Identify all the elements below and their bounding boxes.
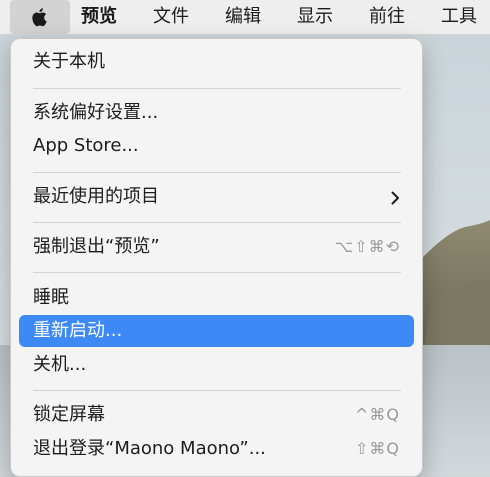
- menubar-view[interactable]: 显示: [297, 0, 333, 34]
- menubar-go[interactable]: 前往: [369, 0, 405, 34]
- menu-separator: [33, 222, 401, 223]
- chevron-right-icon: [391, 191, 399, 205]
- shortcut-lock-screen: ^⌘Q: [355, 405, 400, 424]
- menu-item-label: App Store...: [33, 135, 139, 156]
- menu-item-about[interactable]: 关于本机: [19, 46, 414, 78]
- shortcut-force-quit: ⌥⇧⌘⟲: [334, 237, 400, 256]
- menu-item-log-out[interactable]: 退出登录“Maono Maono”... ⇧⌘Q: [19, 433, 414, 465]
- menu-item-shutdown[interactable]: 关机...: [19, 349, 414, 381]
- menu-item-label: 关机...: [33, 354, 87, 375]
- apple-menu-dropdown: 关于本机 系统偏好设置... App Store... 最近使用的项目 强制退出…: [10, 38, 423, 477]
- menu-item-label: 睡眠: [33, 287, 69, 308]
- shortcut-log-out: ⇧⌘Q: [355, 439, 400, 458]
- menu-item-label: 重新启动...: [33, 320, 123, 341]
- menu-bar: 预览 文件 编辑 显示 前往 工具: [0, 0, 490, 35]
- menu-item-label: 锁定屏幕: [33, 404, 105, 425]
- menu-separator: [33, 88, 401, 89]
- menubar-preview[interactable]: 预览: [81, 0, 117, 34]
- menu-item-sleep[interactable]: 睡眠: [19, 282, 414, 314]
- menu-separator: [33, 272, 401, 273]
- menu-item-force-quit[interactable]: 强制退出“预览” ⌥⇧⌘⟲: [19, 231, 414, 263]
- menubar-edit[interactable]: 编辑: [225, 0, 261, 34]
- menu-item-system-preferences[interactable]: 系统偏好设置...: [19, 97, 414, 129]
- menu-item-restart[interactable]: 重新启动...: [19, 315, 414, 347]
- menu-item-label: 强制退出“预览”: [33, 236, 160, 257]
- menu-item-app-store[interactable]: App Store...: [19, 130, 414, 162]
- menu-item-recent-items[interactable]: 最近使用的项目: [19, 181, 414, 213]
- menu-item-label: 退出登录“Maono Maono”...: [33, 438, 266, 459]
- menu-separator: [33, 172, 401, 173]
- apple-logo-icon: [32, 8, 47, 27]
- menu-item-lock-screen[interactable]: 锁定屏幕 ^⌘Q: [19, 399, 414, 431]
- apple-menu-button[interactable]: [10, 0, 70, 34]
- menu-item-label: 关于本机: [33, 51, 105, 72]
- menubar-file[interactable]: 文件: [153, 0, 189, 34]
- menu-item-label: 系统偏好设置...: [33, 102, 159, 123]
- menu-separator: [33, 390, 401, 391]
- menu-item-label: 最近使用的项目: [33, 186, 159, 207]
- menubar-tools[interactable]: 工具: [441, 0, 477, 34]
